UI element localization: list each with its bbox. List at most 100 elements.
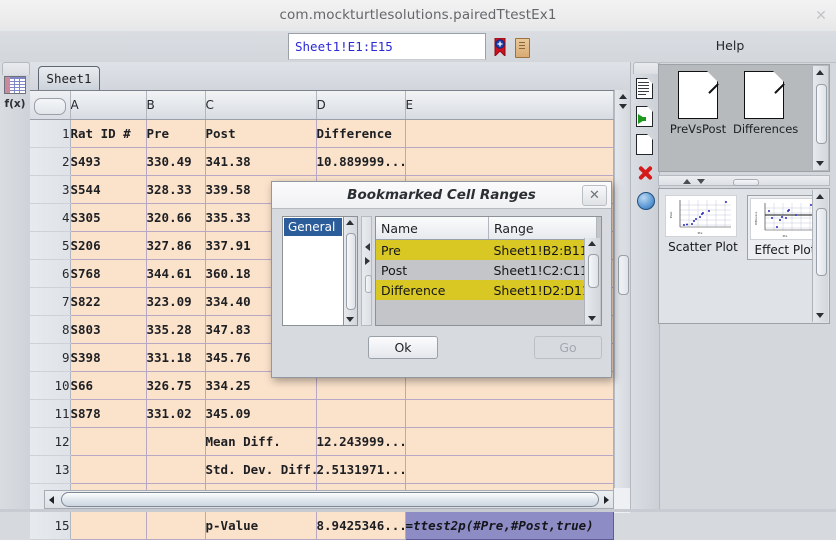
bookmark-list-icon[interactable]	[515, 38, 530, 58]
spreadsheet-icon[interactable]	[4, 76, 26, 94]
cell-e13[interactable]	[405, 455, 614, 484]
scrollbar-thumb[interactable]	[346, 233, 356, 310]
cell-a1[interactable]: Rat ID #	[70, 119, 147, 148]
collapse-up-icon[interactable]	[683, 179, 691, 184]
row-header[interactable]: 13	[30, 455, 71, 484]
row-header[interactable]: 8	[30, 315, 71, 344]
scroll-up-icon[interactable]	[346, 220, 354, 225]
column-header-b[interactable]: B	[146, 91, 206, 120]
cell-b12[interactable]	[146, 427, 206, 456]
bookmarks-col-range[interactable]: Range	[488, 217, 597, 240]
scroll-down-icon[interactable]	[619, 104, 627, 109]
cell-a3[interactable]: S544	[70, 175, 147, 204]
cell-d2[interactable]: 10.889999...	[316, 147, 406, 176]
column-header-e[interactable]: E	[405, 91, 614, 120]
scrollbar-thumb[interactable]	[816, 208, 827, 276]
cell-e2[interactable]	[405, 147, 614, 176]
cell-c15[interactable]: p-Value	[205, 511, 317, 540]
row-header[interactable]: 3	[30, 175, 71, 204]
dialog-close-button[interactable]: ✕	[582, 185, 607, 206]
documents-panel-scrollbar[interactable]	[812, 66, 828, 170]
table-row[interactable]: Post Sheet1!C2:C11	[376, 260, 597, 280]
cell-b7[interactable]: 323.09	[146, 287, 206, 316]
document-item-prevspost[interactable]: PreVsPost	[667, 70, 729, 136]
cell-c2[interactable]: 341.38	[205, 147, 317, 176]
scrollbar-thumb[interactable]	[618, 255, 629, 295]
scrollbar-thumb[interactable]	[61, 492, 599, 507]
cell-d13[interactable]: 2.5131971...	[316, 455, 406, 484]
cell-a9[interactable]: S398	[70, 343, 147, 372]
scrollbar-thumb[interactable]	[588, 254, 599, 288]
scroll-up-icon[interactable]	[588, 241, 596, 246]
cell-e15[interactable]: =ttest2p(#Pre,#Post,true)	[404, 510, 614, 540]
cell-a12[interactable]	[70, 427, 147, 456]
cell-b10[interactable]: 326.75	[146, 371, 206, 400]
cell-b13[interactable]	[146, 455, 206, 484]
cell-b15[interactable]	[146, 511, 206, 540]
window-close-icon[interactable]: ✕	[814, 9, 828, 23]
table-row[interactable]: Pre Sheet1!B2:B11	[376, 239, 597, 260]
bookmarks-table-scrollbar[interactable]	[584, 238, 600, 324]
cell-d15[interactable]: 8.9425346...	[316, 511, 406, 540]
row-header[interactable]: 6	[30, 259, 71, 288]
row-header[interactable]: 12	[30, 427, 71, 456]
row-header[interactable]: 4	[30, 203, 71, 232]
scroll-right-icon[interactable]	[604, 496, 609, 504]
chevron-left-icon[interactable]	[365, 243, 370, 251]
cell-a7[interactable]: S822	[70, 287, 147, 316]
cell-a5[interactable]: S206	[70, 231, 147, 260]
cell-c12[interactable]: Mean Diff.	[205, 427, 317, 456]
web-globe-icon[interactable]	[636, 190, 655, 213]
category-item-general[interactable]: General	[284, 218, 342, 236]
cell-a4[interactable]: S305	[70, 203, 147, 232]
column-header-d[interactable]: D	[316, 91, 406, 120]
row-header[interactable]: 7	[30, 287, 71, 316]
cell-a2[interactable]: S493	[70, 147, 147, 176]
scroll-left-icon[interactable]	[49, 496, 54, 504]
row-header[interactable]: 1	[30, 119, 71, 148]
table-row[interactable]: Difference Sheet1!D2:D11	[376, 280, 597, 300]
splitter-grip[interactable]	[365, 275, 372, 293]
cell-c1[interactable]: Post	[205, 119, 317, 148]
cell-b4[interactable]: 320.66	[146, 203, 206, 232]
cell-b11[interactable]: 331.02	[146, 399, 206, 428]
column-header-a[interactable]: A	[70, 91, 147, 120]
cell-a11[interactable]: S878	[70, 399, 147, 428]
cell-b8[interactable]: 335.28	[146, 315, 206, 344]
sheet-horizontal-scrollbar[interactable]	[44, 490, 614, 509]
document-text-icon[interactable]	[636, 78, 655, 101]
row-header[interactable]: 2	[30, 147, 71, 176]
cell-a6[interactable]: S768	[70, 259, 147, 288]
cell-range-input[interactable]: Sheet1!E1:E15	[288, 33, 486, 60]
bookmarks-col-name[interactable]: Name	[376, 217, 489, 240]
row-header[interactable]: 9	[30, 343, 71, 372]
splitter-grip[interactable]	[733, 179, 759, 186]
scroll-up-icon[interactable]	[816, 70, 824, 75]
chart-item-scatter-plot[interactable]: Post Pre Scatter Plot	[665, 195, 741, 254]
row-header[interactable]: 15	[30, 511, 71, 540]
charts-panel-scrollbar[interactable]	[812, 190, 828, 322]
bookmark-add-icon[interactable]	[492, 37, 508, 58]
row-header[interactable]: 11	[30, 399, 71, 428]
panel-splitter[interactable]	[658, 175, 830, 186]
delete-icon[interactable]	[636, 162, 655, 185]
scroll-up-icon[interactable]	[816, 194, 824, 199]
document-export-icon[interactable]	[636, 106, 655, 129]
scroll-down-icon[interactable]	[346, 317, 354, 322]
scroll-down-icon[interactable]	[816, 161, 824, 166]
column-header-c[interactable]: C	[205, 91, 317, 120]
cell-c11[interactable]: 345.09	[205, 399, 317, 428]
cell-a15[interactable]	[70, 511, 147, 540]
documents-panel[interactable]: PreVsPost Differences	[658, 64, 830, 172]
cell-a13[interactable]	[70, 455, 147, 484]
help-button[interactable]: Help	[690, 38, 770, 54]
cell-e11[interactable]	[405, 399, 614, 428]
right-rail-tab[interactable]	[633, 62, 659, 74]
cell-b1[interactable]: Pre	[146, 119, 206, 148]
tab-sheet1[interactable]: Sheet1	[38, 66, 100, 90]
row-header[interactable]: 10	[30, 371, 71, 400]
cell-d12[interactable]: 12.243999...	[316, 427, 406, 456]
cell-e1[interactable]	[405, 119, 614, 148]
cell-d1[interactable]: Difference	[316, 119, 406, 148]
cell-d11[interactable]	[316, 399, 406, 428]
